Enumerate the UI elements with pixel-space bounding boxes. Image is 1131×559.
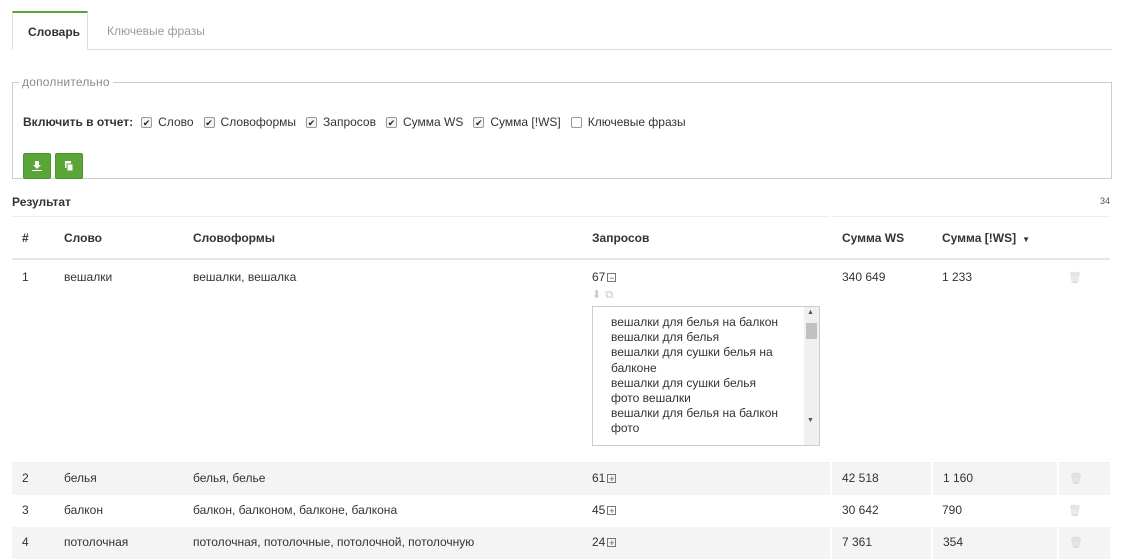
result-count: 34 [1099, 196, 1110, 206]
scrollbar[interactable]: ▲ ▼ [804, 307, 819, 445]
checkbox[interactable] [570, 116, 582, 128]
col-queries[interactable]: Запросов [582, 216, 831, 260]
row-exact-ws-sum: 790 [942, 503, 963, 517]
scroll-up-icon[interactable]: ▲ [807, 309, 814, 316]
expand-icon[interactable]: + [607, 506, 617, 516]
option-ws-sum[interactable]: ✔ Сумма WS [385, 115, 463, 129]
panel-legend: дополнительно [22, 75, 110, 89]
row-ws-sum: 340 649 [830, 259, 932, 463]
table-row: 3 балкон балкон, балконом, балконе, балк… [12, 495, 1110, 527]
download-button[interactable] [23, 153, 51, 179]
expand-icon[interactable]: + [607, 474, 617, 484]
row-ws-sum: 42 518 [830, 462, 932, 495]
row-number: 3 [22, 503, 29, 517]
row-word: вешалки [54, 259, 183, 463]
row-number: 1 [12, 259, 54, 463]
row-wordforms: балкон, балконом, балконе, балкона [193, 503, 398, 517]
checkbox[interactable]: ✔ [306, 116, 318, 128]
include-in-report-label: Включить в отчет: [23, 115, 134, 129]
sort-desc-icon: ▼ [1022, 234, 1031, 244]
option-wordforms[interactable]: ✔ Словоформы [203, 115, 296, 129]
row-delete[interactable]: 🗑 [1057, 462, 1110, 495]
trash-icon[interactable]: 🗑 [1068, 272, 1082, 284]
option-key-phrases[interactable]: Ключевые фразы [570, 115, 686, 129]
key-phrases-text: вешалки для белья на балкон вешалки для … [611, 315, 779, 436]
col-wordforms[interactable]: Словоформы [183, 216, 582, 260]
scroll-thumb[interactable] [806, 323, 817, 339]
row-ws-sum: 7 361 [830, 527, 932, 559]
option-exact-ws-sum[interactable]: ✔ Сумма [!WS] [473, 115, 561, 129]
row-number: 4 [12, 527, 54, 559]
col-word[interactable]: Слово [54, 216, 183, 260]
copy-icon[interactable]: ⧉ [605, 289, 617, 301]
col-ws-sum[interactable]: Сумма WS [830, 216, 932, 260]
collapse-icon[interactable]: − [607, 273, 617, 283]
row-queries: 61 + [582, 462, 831, 495]
table-header: # Слово Словоформы Запросов Сумма WS Сум… [12, 216, 1110, 260]
row-wordforms: белья, белье [183, 462, 582, 495]
row-queries: 67− ⬇⧉ вешалки для белья на балкон вешал… [582, 259, 831, 463]
key-phrases-textarea[interactable]: вешалки для белья на балкон вешалки для … [592, 306, 820, 446]
option-word[interactable]: ✔ Слово [141, 115, 194, 129]
row-word: балкон [64, 503, 103, 517]
row-delete[interactable]: 🗑 [1058, 495, 1110, 527]
option-queries[interactable]: ✔ Запросов [306, 115, 376, 129]
tab-key-phrases[interactable]: Ключевые фразы [92, 11, 220, 49]
checkbox[interactable]: ✔ [203, 116, 215, 128]
copy-button[interactable] [55, 153, 83, 179]
table-row: 1 вешалки вешалки, вешалка 67− ⬇⧉ вешалк… [12, 259, 1110, 463]
results-table: # Слово Словоформы Запросов Сумма WS Сум… [12, 216, 1110, 559]
trash-icon[interactable]: 🗑 [1069, 537, 1083, 549]
col-actions [1058, 216, 1110, 260]
row-wordforms: потолочная, потолочные, потолочной, пото… [183, 527, 582, 559]
row-exact-ws-sum: 354 [931, 527, 1058, 559]
phrase-actions: ⬇⧉ [592, 288, 830, 302]
queries-count: 67 [592, 270, 606, 284]
additional-options-panel: дополнительно Включить в отчет: ✔ Слово ✔… [12, 75, 1112, 179]
checkbox[interactable]: ✔ [385, 116, 397, 128]
row-queries: 24 + [582, 527, 831, 559]
row-word: белья [54, 462, 183, 495]
row-exact-ws-sum: 1 160 [931, 462, 1058, 495]
row-wordforms: вешалки, вешалка [183, 259, 582, 463]
tab-dictionary[interactable]: Словарь [12, 11, 88, 50]
row-number: 2 [12, 462, 54, 495]
row-word: потолочная [54, 527, 183, 559]
col-exact-ws-sum[interactable]: Сумма [!WS] ▼ [932, 216, 1058, 260]
report-options: Включить в отчет: ✔ Слово ✔ Словоформы ✔ За… [23, 115, 696, 129]
trash-icon[interactable]: 🗑 [1069, 473, 1083, 485]
tab-bar: Словарь Ключевые фразы [12, 11, 1112, 50]
table-row: 4 потолочная потолочная, потолочные, пот… [12, 527, 1110, 559]
download-icon[interactable]: ⬇ [592, 289, 605, 301]
trash-icon[interactable]: 🗑 [1068, 505, 1082, 517]
scroll-down-icon[interactable]: ▼ [807, 417, 814, 424]
copy-icon [65, 161, 74, 171]
col-number[interactable]: # [12, 216, 54, 260]
row-delete[interactable]: 🗑 [1057, 527, 1110, 559]
checkbox[interactable]: ✔ [473, 116, 485, 128]
row-queries: 45 + [592, 503, 617, 517]
download-icon [32, 161, 42, 171]
table-row: 2 белья белья, белье 61 + 42 518 1 160 🗑 [12, 462, 1110, 495]
row-ws-sum: 30 642 [830, 495, 932, 527]
row-exact-ws-sum: 1 233 [932, 259, 1058, 463]
row-delete[interactable]: 🗑 [1058, 259, 1110, 463]
checkbox[interactable]: ✔ [141, 116, 153, 128]
result-title: Результат [12, 195, 71, 209]
